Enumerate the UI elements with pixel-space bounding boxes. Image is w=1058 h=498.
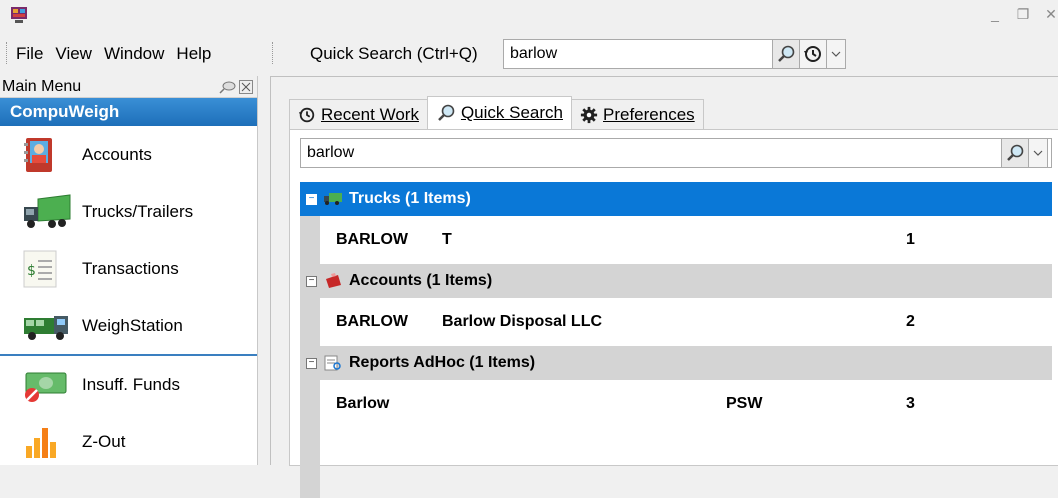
nav-item-weighstation[interactable]: WeighStation (0, 297, 257, 354)
nav-item-insuff-funds[interactable]: Insuff. Funds (0, 356, 257, 413)
menu-view[interactable]: View (55, 44, 92, 64)
search-icon (778, 45, 795, 62)
collapse-icon[interactable]: − (306, 275, 317, 287)
truck-icon (24, 193, 71, 228)
report-icon (324, 355, 341, 371)
nav-item-label: WeighStation (82, 315, 183, 335)
tab-label: Preferences (603, 104, 695, 124)
quick-search-input[interactable] (503, 39, 773, 69)
menu-help[interactable]: Help (176, 44, 211, 64)
search-dropdown[interactable] (1028, 138, 1048, 168)
workspace-panel: Recent Work Quick Search Preferences bar… (270, 76, 1058, 498)
result-cell: 3 (906, 395, 915, 412)
history-button[interactable] (799, 39, 827, 69)
weigh-truck-icon (24, 315, 68, 340)
result-cell: PSW (726, 395, 763, 412)
result-row[interactable]: BARLOW Barlow Disposal LLC 2 (300, 298, 1052, 346)
accounts-book-icon (326, 273, 341, 288)
restore-icon[interactable]: ❐ (1016, 6, 1030, 23)
search-input[interactable] (300, 138, 1052, 168)
result-cell: Barlow Disposal LLC (442, 313, 603, 330)
result-row[interactable]: Barlow PSW 3 (300, 380, 1052, 428)
group-header-trucks[interactable]: − Trucks (1 Items) (300, 182, 1052, 216)
main-menu-title: Main Menu (2, 77, 82, 95)
result-cell: BARLOW (336, 231, 408, 248)
accounts-book-icon (24, 137, 52, 172)
toolbar-grip[interactable] (6, 42, 8, 64)
tab-recent-work[interactable]: Recent Work (289, 99, 428, 129)
group-header-reports-adhoc[interactable]: − Reports AdHoc (1 Items) (300, 346, 1052, 380)
nav-item-transactions[interactable]: $ Transactions (0, 240, 257, 297)
results-filler (300, 428, 1052, 498)
menu-file[interactable]: File (16, 44, 43, 64)
group-title: Reports AdHoc (1 Items) (349, 354, 536, 371)
group-title: Accounts (1 Items) (349, 272, 493, 289)
menu-bar: File View Window Help Quick Search (Ctrl… (0, 34, 1058, 72)
main-menu-header: Main Menu (0, 76, 257, 98)
nav-item-label: Insuff. Funds (82, 374, 180, 394)
search-icon (438, 104, 455, 121)
nav-item-z-out[interactable]: Z-Out (0, 413, 257, 470)
history-icon (804, 46, 821, 62)
gear-icon (580, 106, 598, 123)
search-button[interactable] (1001, 138, 1029, 168)
result-cell: BARLOW (336, 313, 408, 330)
pin-icon[interactable] (219, 80, 237, 94)
nav-item-accounts[interactable]: Accounts (0, 126, 257, 183)
result-cell: 1 (906, 231, 915, 248)
quick-search-buttons (772, 39, 846, 69)
tab-preferences[interactable]: Preferences (571, 99, 704, 129)
tab-strip: Recent Work Quick Search Preferences (289, 96, 704, 129)
quick-search-button[interactable] (772, 39, 800, 69)
result-cell: T (442, 231, 452, 248)
toolbar-grip[interactable] (272, 42, 274, 64)
tab-quick-search[interactable]: Quick Search (426, 96, 572, 129)
app-icon (11, 7, 27, 23)
truck-icon (324, 193, 342, 205)
group-title: Trucks (1 Items) (349, 190, 471, 207)
result-row[interactable]: BARLOW T 1 (300, 216, 1052, 264)
tab-label: Quick Search (460, 103, 563, 122)
menu-items: File View Window Help (16, 44, 211, 64)
main-menu-panel: Main Menu CompuWeigh Accounts Trucks/Tra… (0, 76, 258, 465)
nav-item-label: Trucks/Trailers (82, 201, 194, 221)
nav-item-trucks-trailers[interactable]: Trucks/Trailers (0, 183, 257, 240)
chevron-down-icon (831, 51, 841, 57)
menu-window[interactable]: Window (104, 44, 164, 64)
svg-text:$: $ (27, 263, 36, 279)
tab-label: Recent Work (321, 104, 419, 124)
receipt-icon: $ (23, 250, 57, 287)
nav-item-label: Accounts (82, 144, 152, 164)
history-icon (298, 107, 315, 122)
title-bar: _ ❐ ✕ (0, 0, 1058, 34)
close-icon[interactable] (239, 79, 253, 94)
window-controls: _ ❐ ✕ (988, 6, 1058, 23)
chevron-down-icon (1033, 150, 1043, 156)
nav-item-label: Transactions (82, 258, 179, 278)
search-buttons (1001, 138, 1048, 168)
close-icon[interactable]: ✕ (1044, 6, 1058, 23)
insufficient-funds-icon (25, 372, 67, 402)
search-results: − Trucks (1 Items) BARLOW T 1 − Accounts… (300, 182, 1052, 498)
collapse-icon[interactable]: − (306, 357, 317, 369)
group-header-accounts[interactable]: − Accounts (1 Items) (300, 264, 1052, 298)
quick-search-content: − Trucks (1 Items) BARLOW T 1 (289, 129, 1058, 498)
quick-search-label: Quick Search (Ctrl+Q) (310, 44, 478, 63)
section-header-compuweigh[interactable]: CompuWeigh (0, 98, 257, 126)
search-icon (1007, 144, 1024, 161)
collapse-icon[interactable]: − (306, 193, 317, 205)
quick-search-dropdown[interactable] (826, 39, 846, 69)
result-cell: Barlow (336, 395, 390, 412)
nav-item-label: Z-Out (82, 431, 126, 451)
result-cell: 2 (906, 313, 915, 330)
z-out-chart-icon (26, 427, 56, 458)
minimize-icon[interactable]: _ (988, 6, 1002, 23)
